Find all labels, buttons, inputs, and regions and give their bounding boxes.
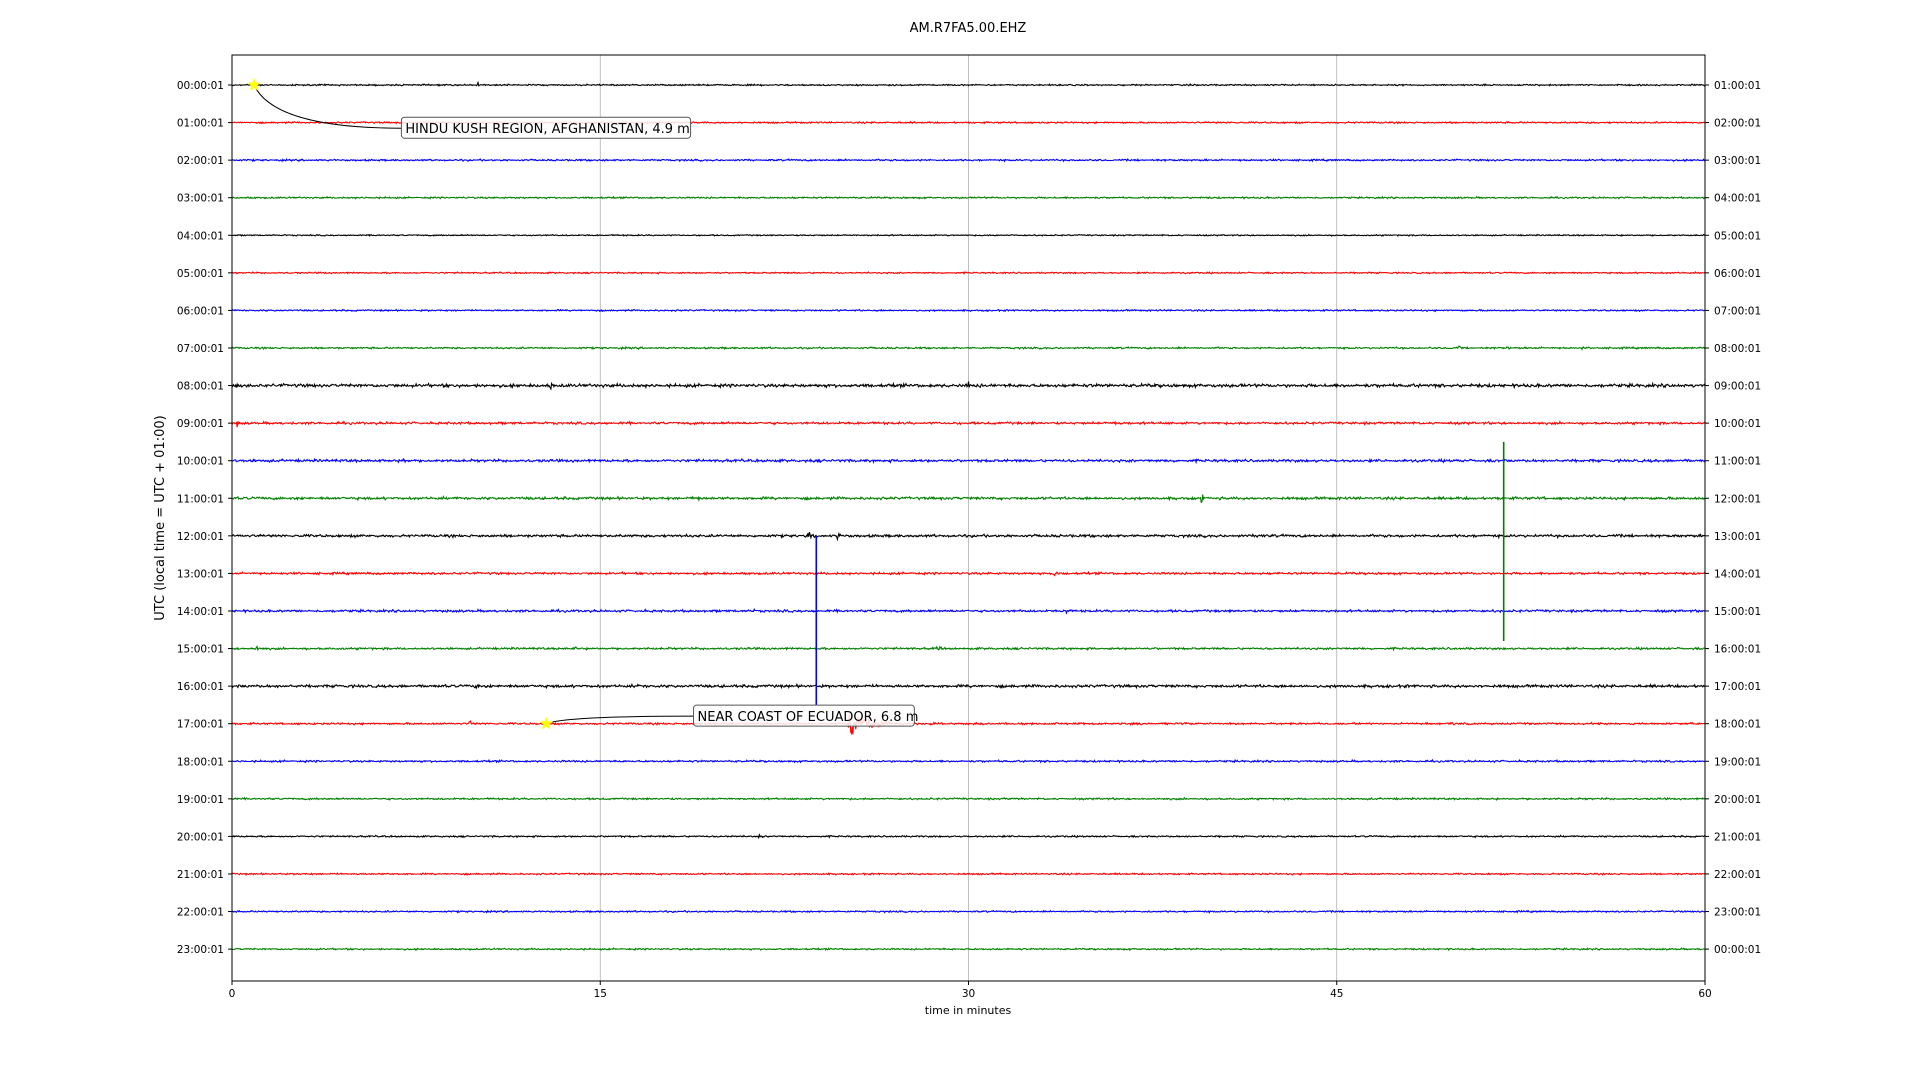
right-tick-label: 16:00:01: [1714, 644, 1761, 656]
right-tick-label: 00:00:01: [1714, 944, 1761, 956]
right-tick-label: 13:00:01: [1714, 531, 1761, 543]
x-tick-label: 30: [962, 988, 975, 1000]
event-star-icon: [539, 716, 553, 730]
helicorder-chart: AM.R7FA5.00.EHZ HINDU KUSH REGION, AFGHA…: [153, 21, 1761, 1017]
grid-lines: [599, 55, 1338, 981]
left-tick-label: 06:00:01: [177, 305, 224, 317]
left-tick-label: 15:00:01: [177, 644, 224, 656]
left-tick-label: 16:00:01: [177, 681, 224, 693]
right-tick-label: 23:00:01: [1714, 907, 1761, 919]
right-tick-label: 02:00:01: [1714, 118, 1761, 130]
right-tick-label: 06:00:01: [1714, 268, 1761, 280]
right-tick-label: 05:00:01: [1714, 230, 1761, 242]
left-tick-label: 05:00:01: [177, 268, 224, 280]
left-tick-label: 23:00:01: [177, 944, 224, 956]
right-tick-label: 01:00:01: [1714, 80, 1761, 92]
x-axis-label: time in minutes: [925, 1004, 1012, 1017]
right-tick-label: 07:00:01: [1714, 305, 1761, 317]
left-tick-label: 02:00:01: [177, 155, 224, 167]
left-tick-label: 09:00:01: [177, 418, 224, 430]
right-tick-label: 14:00:01: [1714, 568, 1761, 580]
event-label: HINDU KUSH REGION, AFGHANISTAN, 4.9 m: [405, 122, 689, 137]
left-tick-label: 18:00:01: [177, 756, 224, 768]
event-star-icon: [247, 78, 261, 91]
right-tick-label: 19:00:01: [1714, 756, 1761, 768]
right-tick-label: 11:00:01: [1714, 456, 1761, 468]
right-tick-label: 10:00:01: [1714, 418, 1761, 430]
left-tick-label: 14:00:01: [177, 606, 224, 618]
left-tick-label: 03:00:01: [177, 193, 224, 205]
left-tick-label: 13:00:01: [177, 568, 224, 580]
right-tick-label: 03:00:01: [1714, 155, 1761, 167]
right-tick-label: 09:00:01: [1714, 381, 1761, 393]
x-tick-label: 45: [1330, 988, 1343, 1000]
right-tick-label: 12:00:01: [1714, 493, 1761, 505]
left-tick-label: 04:00:01: [177, 230, 224, 242]
x-tick-label: 0: [229, 988, 236, 1000]
right-tick-labels: 01:00:01 02:00:01 03:00:01 04:00:01 05:00:01…: [1705, 80, 1761, 956]
event-connector: [546, 715, 694, 725]
left-tick-label: 00:00:01: [177, 80, 224, 92]
right-tick-label: 17:00:01: [1714, 681, 1761, 693]
left-tick-label: 21:00:01: [177, 869, 224, 881]
right-tick-label: 21:00:01: [1714, 831, 1761, 843]
x-tick-label: 15: [594, 988, 607, 1000]
left-tick-label: 20:00:01: [177, 831, 224, 843]
left-tick-label: 19:00:01: [177, 794, 224, 806]
left-tick-labels: 00:00:01 01:00:01 02:00:01 03:00:01 04:00:01…: [177, 80, 232, 956]
x-tick-label: 60: [1698, 988, 1711, 1000]
left-tick-label: 17:00:01: [177, 719, 224, 731]
left-tick-label: 10:00:01: [177, 456, 224, 468]
y-axis-label: UTC (local time = UTC + 01:00): [153, 415, 168, 620]
left-tick-label: 07:00:01: [177, 343, 224, 355]
chart-title: AM.R7FA5.00.EHZ: [910, 21, 1027, 36]
right-tick-label: 08:00:01: [1714, 343, 1761, 355]
x-tick-labels: 0 15 30 45 60: [229, 981, 1712, 1000]
left-tick-label: 22:00:01: [177, 907, 224, 919]
right-tick-label: 22:00:01: [1714, 869, 1761, 881]
right-tick-label: 15:00:01: [1714, 606, 1761, 618]
right-tick-label: 18:00:01: [1714, 719, 1761, 731]
left-tick-label: 01:00:01: [177, 118, 224, 130]
event-annotations: HINDU KUSH REGION, AFGHANISTAN, 4.9 m NEA…: [247, 78, 919, 730]
right-tick-label: 20:00:01: [1714, 794, 1761, 806]
event-label: NEAR COAST OF ECUADOR, 6.8 m: [698, 710, 919, 725]
right-tick-label: 04:00:01: [1714, 193, 1761, 205]
left-tick-label: 11:00:01: [177, 493, 224, 505]
left-tick-label: 08:00:01: [177, 381, 224, 393]
left-tick-label: 12:00:01: [177, 531, 224, 543]
